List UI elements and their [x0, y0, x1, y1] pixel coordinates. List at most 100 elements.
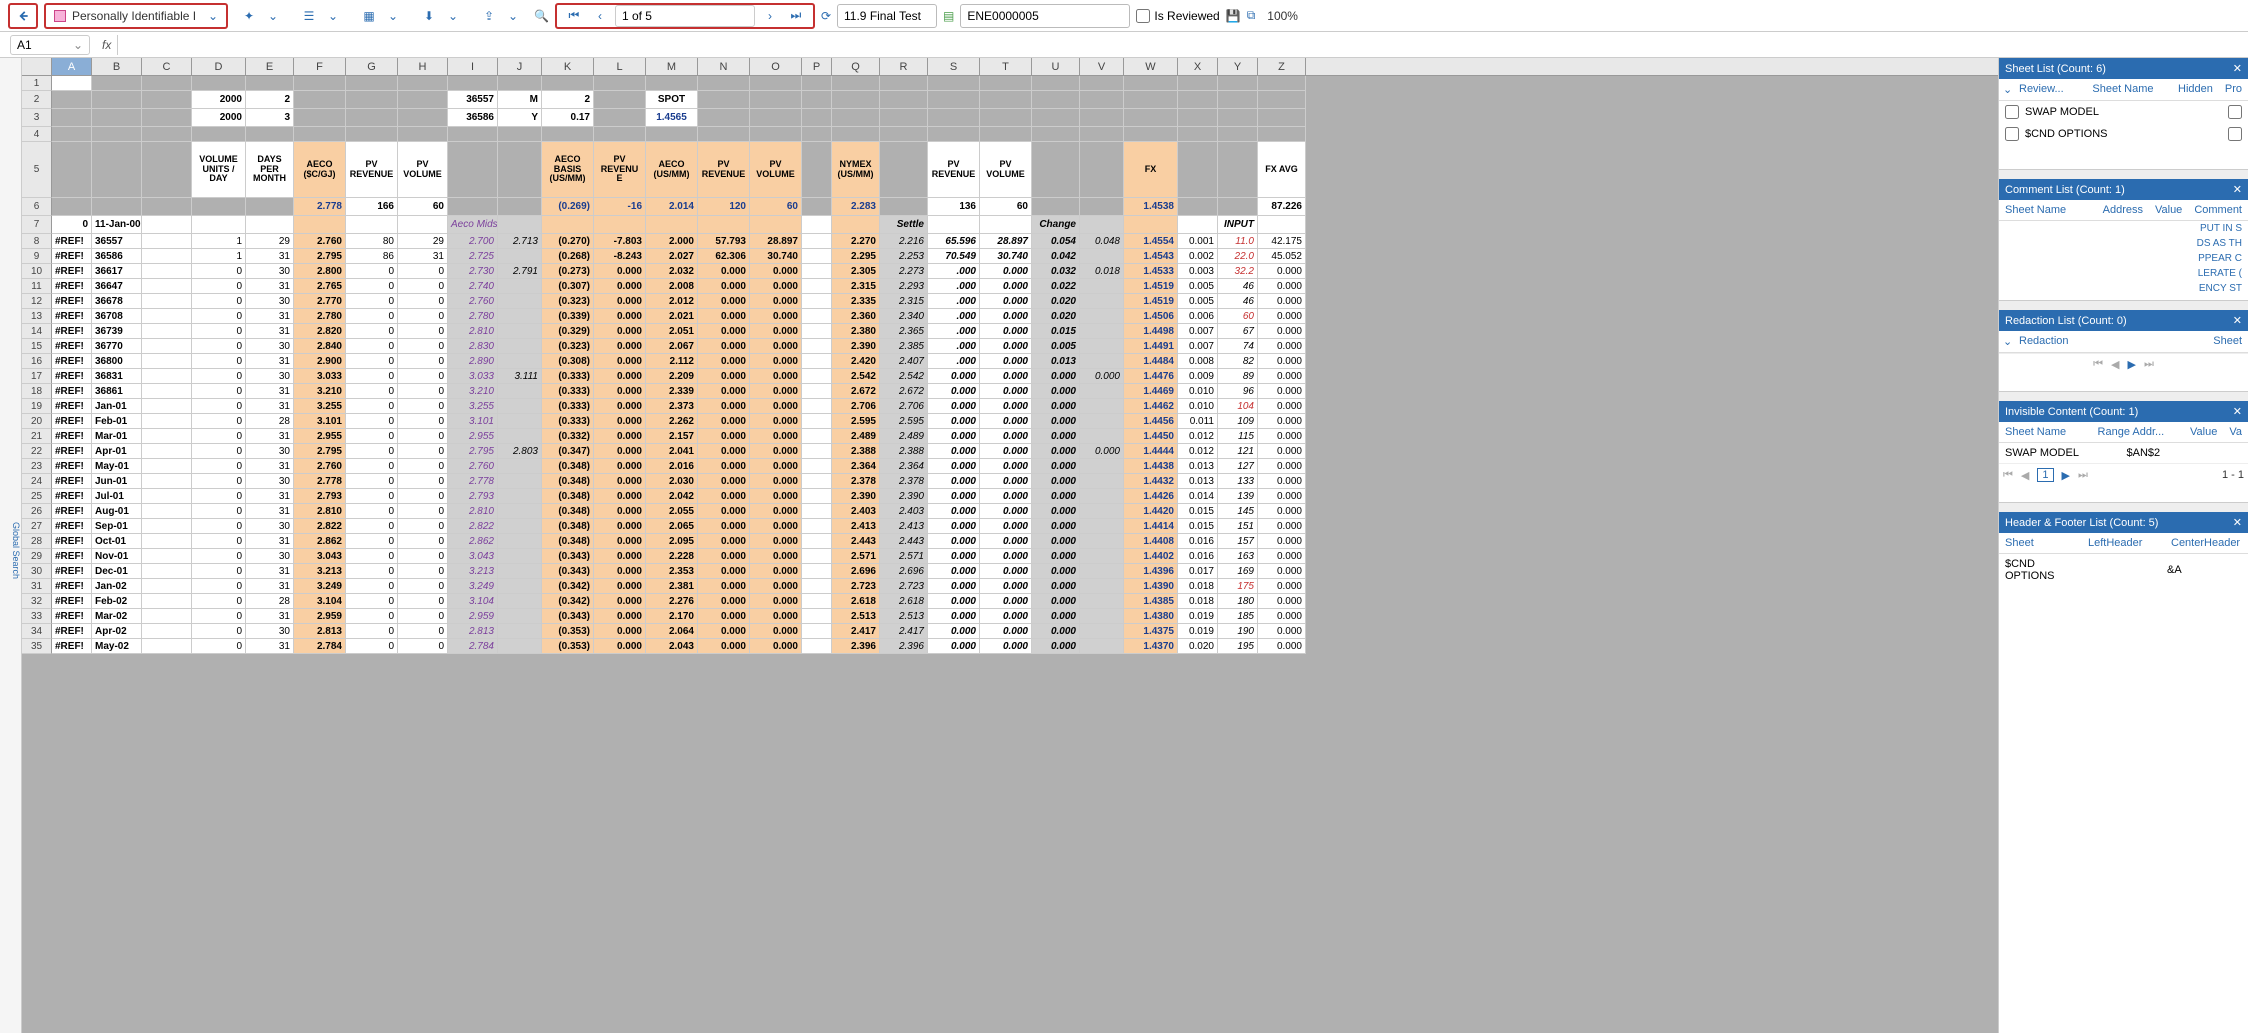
cell[interactable]: 0.000 [594, 339, 646, 354]
cell[interactable] [142, 474, 192, 489]
cell[interactable]: (0.348) [542, 489, 594, 504]
cell[interactable]: 60 [980, 198, 1032, 216]
cell[interactable]: 0 [346, 639, 398, 654]
row-header[interactable]: 12 [22, 294, 52, 309]
row-header[interactable]: 10 [22, 264, 52, 279]
select-all-corner[interactable] [22, 58, 52, 75]
cell[interactable]: 0.000 [750, 279, 802, 294]
cell[interactable] [802, 444, 832, 459]
cell[interactable] [980, 127, 1032, 142]
cell[interactable]: NYMEX (US/MM) [832, 142, 880, 198]
cell[interactable]: 1.4498 [1124, 324, 1178, 339]
cell[interactable]: 0.000 [1258, 639, 1306, 654]
search-icon[interactable]: 🔍 [534, 9, 549, 23]
cell[interactable]: 0.000 [1258, 264, 1306, 279]
cell[interactable]: 0 [346, 369, 398, 384]
cell[interactable]: 0 [192, 474, 246, 489]
cell[interactable]: (0.268) [542, 249, 594, 264]
invisible-content-header[interactable]: Invisible Content (Count: 1) ✕ [1999, 401, 2248, 422]
cell[interactable] [498, 459, 542, 474]
cell[interactable] [398, 91, 448, 109]
cell[interactable]: 0.000 [928, 474, 980, 489]
column-header-F[interactable]: F [294, 58, 346, 75]
cell[interactable] [448, 198, 498, 216]
cell[interactable]: 0 [398, 429, 448, 444]
cell[interactable]: .000 [928, 309, 980, 324]
cell[interactable] [802, 474, 832, 489]
cell[interactable]: #REF! [52, 519, 92, 534]
cell[interactable]: 2.618 [832, 594, 880, 609]
cell[interactable]: 0.000 [594, 624, 646, 639]
cell[interactable]: 2.157 [646, 429, 698, 444]
cell[interactable] [498, 609, 542, 624]
cell[interactable] [142, 414, 192, 429]
column-header-J[interactable]: J [498, 58, 542, 75]
cell[interactable] [1218, 109, 1258, 127]
cell[interactable]: 2.595 [832, 414, 880, 429]
cell[interactable]: (0.270) [542, 234, 594, 249]
cell[interactable] [802, 564, 832, 579]
cell[interactable]: 36557 [448, 91, 498, 109]
cell[interactable] [802, 429, 832, 444]
cell[interactable] [52, 91, 92, 109]
cell[interactable]: 2.112 [646, 354, 698, 369]
cell[interactable] [1080, 489, 1124, 504]
column-header-R[interactable]: R [880, 58, 928, 75]
cell[interactable]: 0 [346, 339, 398, 354]
cell[interactable]: 0 [346, 609, 398, 624]
cell[interactable]: 127 [1218, 459, 1258, 474]
cell[interactable] [142, 216, 192, 234]
cell[interactable]: 2.706 [880, 399, 928, 414]
cell[interactable]: (0.333) [542, 384, 594, 399]
cell[interactable]: 2.810 [448, 504, 498, 519]
cell[interactable]: 0.001 [1178, 234, 1218, 249]
cell[interactable]: 87.226 [1258, 198, 1306, 216]
cell[interactable] [802, 399, 832, 414]
row-header[interactable]: 21 [22, 429, 52, 444]
row-header[interactable]: 30 [22, 564, 52, 579]
cell[interactable]: #REF! [52, 609, 92, 624]
close-icon[interactable]: ✕ [2233, 183, 2242, 196]
doc-id-input[interactable] [960, 4, 1130, 28]
cell[interactable]: 0.000 [928, 429, 980, 444]
cell[interactable]: 0.048 [1080, 234, 1124, 249]
column-header-Q[interactable]: Q [832, 58, 880, 75]
cell[interactable]: 2.055 [646, 504, 698, 519]
cell[interactable] [294, 76, 346, 91]
cell[interactable]: 3.210 [448, 384, 498, 399]
cell[interactable]: PV VOLUME [398, 142, 448, 198]
cell[interactable]: 0 [398, 279, 448, 294]
cell[interactable]: 0.000 [698, 534, 750, 549]
cell[interactable] [142, 309, 192, 324]
cell[interactable]: 0.000 [980, 429, 1032, 444]
cell[interactable] [192, 198, 246, 216]
cell[interactable] [1218, 76, 1258, 91]
cell[interactable]: 0.000 [928, 609, 980, 624]
cell[interactable]: 0 [398, 534, 448, 549]
cell[interactable]: 2.388 [832, 444, 880, 459]
header-footer-header[interactable]: Header & Footer List (Count: 5) ✕ [1999, 512, 2248, 533]
cell[interactable]: 2.295 [832, 249, 880, 264]
cell[interactable]: 0.010 [1178, 384, 1218, 399]
cell[interactable] [1258, 91, 1306, 109]
cell[interactable]: .000 [928, 354, 980, 369]
cell[interactable]: 1.4476 [1124, 369, 1178, 384]
cell[interactable] [1032, 142, 1080, 198]
cell[interactable]: 0 [346, 594, 398, 609]
cell[interactable]: 30 [246, 444, 294, 459]
cell[interactable]: 2.760 [448, 294, 498, 309]
cell[interactable]: 2.403 [832, 504, 880, 519]
cell[interactable]: 3.213 [448, 564, 498, 579]
cell[interactable]: 0.000 [698, 324, 750, 339]
cell[interactable] [802, 198, 832, 216]
cell[interactable] [498, 127, 542, 142]
cell[interactable]: 0.000 [594, 399, 646, 414]
cell[interactable]: 0.000 [928, 504, 980, 519]
cell[interactable] [142, 127, 192, 142]
cell[interactable]: 0 [398, 564, 448, 579]
cell[interactable] [142, 549, 192, 564]
cell-reference[interactable]: A1 ⌄ [10, 35, 90, 55]
cell[interactable] [980, 109, 1032, 127]
cell[interactable]: 2.417 [880, 624, 928, 639]
cell[interactable]: 0.000 [980, 459, 1032, 474]
